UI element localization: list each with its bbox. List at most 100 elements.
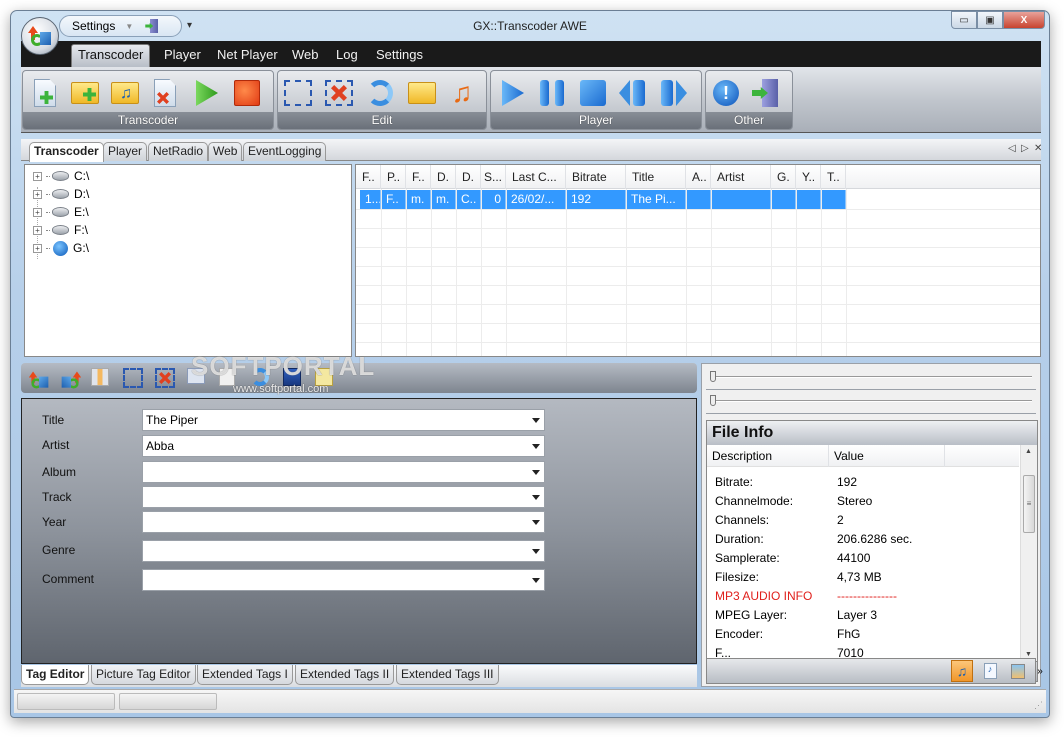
scroll-up-icon[interactable]: ▲ xyxy=(1025,448,1032,455)
expand-icon[interactable]: + xyxy=(33,207,42,217)
expand-icon[interactable]: + xyxy=(33,189,42,199)
column-header[interactable]: D. xyxy=(456,165,481,189)
convert-tags-button[interactable] xyxy=(27,368,49,389)
genre-field[interactable] xyxy=(142,540,545,562)
tab-close-icon[interactable]: ✕ xyxy=(1034,143,1042,154)
tree-item[interactable]: + C:\ xyxy=(33,167,89,185)
tree-item[interactable]: + D:\ xyxy=(33,185,89,203)
doc-tab-netradio[interactable]: NetRadio xyxy=(148,142,209,161)
column-header[interactable]: G. xyxy=(771,165,796,189)
year-field[interactable] xyxy=(142,511,545,533)
tab-log[interactable]: Log xyxy=(330,46,364,67)
add-music-folder-button[interactable]: ♫ xyxy=(109,77,141,109)
album-field[interactable] xyxy=(142,461,545,483)
next-button[interactable] xyxy=(657,77,689,109)
doc-tab-player[interactable]: Player xyxy=(103,142,148,161)
doc-tab-transcoder[interactable]: Transcoder xyxy=(29,142,104,162)
dropdown-arrow-icon[interactable] xyxy=(532,444,540,449)
dropdown-arrow-icon[interactable] xyxy=(532,578,540,583)
file-info-row[interactable]: Duration: 206.6286 sec. xyxy=(715,530,912,549)
about-button[interactable]: ! xyxy=(710,77,742,109)
file-info-row[interactable]: Channelmode: Stereo xyxy=(715,492,872,511)
open-folder-button[interactable] xyxy=(406,77,438,109)
resize-grip-icon[interactable]: ⋰ xyxy=(1034,700,1043,711)
tab-web[interactable]: Web xyxy=(286,46,325,67)
doc-tab-eventlogging[interactable]: EventLogging xyxy=(243,142,327,161)
file-info-row[interactable]: Filesize: 4,73 MB xyxy=(715,568,882,587)
doc-tab-web[interactable]: Web xyxy=(208,142,243,161)
comment-field[interactable] xyxy=(142,569,545,591)
tab-tag-editor[interactable]: Tag Editor xyxy=(21,665,90,685)
column-header[interactable]: A.. xyxy=(686,165,711,189)
maximize-button[interactable]: ▣ xyxy=(977,11,1003,29)
start-button[interactable] xyxy=(191,77,223,109)
volume-slider[interactable] xyxy=(706,368,1036,390)
column-header[interactable]: P.. xyxy=(381,165,406,189)
tab-transcoder[interactable]: Transcoder xyxy=(71,44,151,67)
file-info-row[interactable]: Bitrate: 192 xyxy=(715,473,857,492)
column-header[interactable]: Y.. xyxy=(796,165,821,189)
tab-picture-tag-editor[interactable]: Picture Tag Editor xyxy=(91,665,196,685)
add-file-button[interactable] xyxy=(29,77,61,109)
column-header[interactable]: Title xyxy=(626,165,686,189)
clear-tags-button[interactable] xyxy=(155,368,177,388)
file-info-row[interactable]: MPEG Layer: Layer 3 xyxy=(715,606,877,625)
scrollbar-thumb[interactable]: ≡ xyxy=(1023,475,1035,533)
tab-net-player[interactable]: Net Player xyxy=(211,46,284,67)
close-button[interactable]: X xyxy=(1003,11,1045,29)
tree-item[interactable]: + F:\ xyxy=(33,221,88,239)
tab-extended-tags-1[interactable]: Extended Tags I xyxy=(197,665,293,685)
column-header[interactable]: Last C... xyxy=(506,165,566,189)
dropdown-arrow-icon[interactable] xyxy=(532,549,540,554)
column-header[interactable]: F.. xyxy=(356,165,381,189)
column-header[interactable]: D. xyxy=(431,165,456,189)
dropdown-arrow-icon[interactable] xyxy=(532,520,540,525)
tag-info-button[interactable]: ♪ xyxy=(979,660,1001,682)
columns-button[interactable] xyxy=(91,368,113,388)
position-slider[interactable] xyxy=(706,392,1036,414)
scroll-down-icon[interactable]: ▼ xyxy=(1025,651,1032,658)
column-header[interactable]: F.. xyxy=(406,165,431,189)
dropdown-arrow-icon[interactable] xyxy=(532,418,540,423)
stop-button[interactable] xyxy=(231,77,263,109)
previous-button[interactable] xyxy=(617,77,649,109)
player-stop-button[interactable] xyxy=(577,77,609,109)
artist-field[interactable]: Abba xyxy=(142,435,545,457)
expand-icon[interactable]: + xyxy=(33,171,42,181)
add-folder-button[interactable] xyxy=(69,77,101,109)
column-header[interactable]: Bitrate xyxy=(566,165,626,189)
slider-thumb[interactable] xyxy=(710,395,716,406)
tab-scroll-right-icon[interactable]: ▷ xyxy=(1021,143,1029,154)
app-menu-button[interactable] xyxy=(21,17,59,55)
deselect-button[interactable] xyxy=(323,77,355,109)
file-info-row[interactable]: Encoder: FhG xyxy=(715,625,860,644)
file-info-row[interactable]: MP3 AUDIO INFO --------------- xyxy=(715,587,897,606)
tree-item[interactable]: + G:\ xyxy=(33,239,89,257)
tab-extended-tags-2[interactable]: Extended Tags II xyxy=(295,665,395,685)
column-header[interactable]: S... xyxy=(481,165,506,189)
picture-info-button[interactable] xyxy=(1007,660,1029,682)
title-field[interactable]: The Piper xyxy=(142,409,545,431)
dropdown-arrow-icon[interactable] xyxy=(532,470,540,475)
play-button[interactable] xyxy=(497,77,529,109)
exit-button[interactable] xyxy=(750,77,782,109)
select-all-tags-button[interactable] xyxy=(123,368,145,388)
tab-scroll-left-icon[interactable]: ◁ xyxy=(1008,143,1016,154)
track-field[interactable] xyxy=(142,486,545,508)
vertical-scrollbar[interactable]: ▲ ≡ ▼ xyxy=(1020,445,1037,661)
tab-settings[interactable]: Settings xyxy=(370,46,429,67)
tree-item[interactable]: + E:\ xyxy=(33,203,89,221)
tab-player[interactable]: Player xyxy=(158,46,207,67)
refresh-button[interactable] xyxy=(364,77,396,109)
remove-file-button[interactable] xyxy=(149,77,181,109)
file-info-row[interactable]: Samplerate: 44100 xyxy=(715,549,870,568)
music-button[interactable]: ♫ xyxy=(446,77,478,109)
column-header[interactable]: T.. xyxy=(821,165,846,189)
minimize-button[interactable]: ▭ xyxy=(951,11,977,29)
swap-tags-button[interactable] xyxy=(59,368,81,389)
expand-icon[interactable]: + xyxy=(33,243,42,253)
slider-thumb[interactable] xyxy=(710,371,716,382)
column-header[interactable]: Artist xyxy=(711,165,771,189)
file-info-row[interactable]: Channels: 2 xyxy=(715,511,844,530)
audio-info-button[interactable]: ♫ xyxy=(951,660,973,682)
